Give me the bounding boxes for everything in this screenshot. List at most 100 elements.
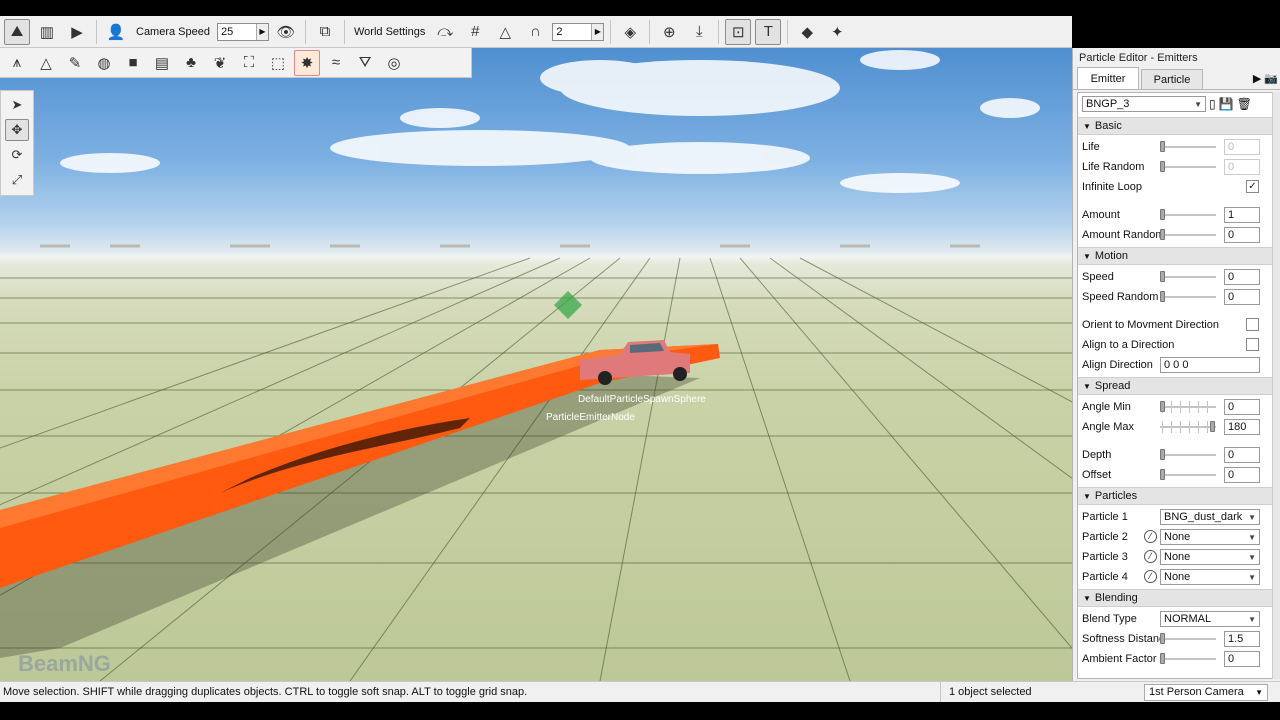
tab-particle[interactable]: Particle (1141, 69, 1203, 89)
shape-editor-icon[interactable]: ⛛ (352, 50, 378, 76)
rotate-gizmo-icon[interactable]: ⟳ (5, 144, 29, 166)
life-random-slider-knob[interactable] (1160, 161, 1165, 172)
ambient-slider-knob[interactable] (1160, 653, 1165, 664)
camera-speed-input[interactable]: 25 ▶ (217, 22, 269, 41)
forest-icon[interactable]: ♣ (178, 50, 204, 76)
softness-slider-knob[interactable] (1160, 633, 1165, 644)
save-icon[interactable]: 💾 (1219, 97, 1234, 111)
life-random-slider-track[interactable] (1160, 166, 1216, 168)
tab-emitter[interactable]: Emitter (1077, 67, 1139, 89)
play-icon[interactable]: ▶ (64, 19, 90, 45)
particle-2-dropdown[interactable]: None ▼ (1160, 529, 1260, 545)
angle-min-slider-track[interactable] (1160, 406, 1216, 408)
clear-particle-icon[interactable]: ⁄ (1144, 550, 1157, 563)
particle-1-dropdown[interactable]: BNG_dust_dark ▼ (1160, 509, 1260, 525)
infinite-loop-checkbox[interactable]: ✓ (1246, 180, 1259, 193)
camera-person-icon[interactable]: 👤 (103, 19, 129, 45)
camera-mode-dropdown[interactable]: 1st Person Camera ▼ (1144, 683, 1268, 701)
visibility-eye-icon[interactable]: 👁 (273, 19, 299, 45)
section-motion[interactable]: ▼ Motion (1078, 247, 1274, 265)
section-spread[interactable]: ▼ Spread (1078, 377, 1274, 395)
particle-editor-icon[interactable]: ✸ (294, 49, 320, 76)
speed-slider-knob[interactable] (1160, 271, 1165, 282)
decal-icon[interactable]: ❦ (207, 50, 233, 76)
speed-random-input[interactable]: 0 (1224, 289, 1260, 305)
depth-input[interactable]: 0 (1224, 447, 1260, 463)
rotate-object-icon[interactable]: ◈ (617, 19, 643, 45)
amount-slider-track[interactable] (1160, 214, 1216, 216)
select-box-icon[interactable]: ⊡ (725, 18, 752, 45)
3d-viewport[interactable]: DefaultParticleSpawnSphere ParticleEmitt… (0, 48, 1072, 681)
object-center-icon[interactable]: ⊕ (656, 19, 682, 45)
section-particles[interactable]: ▼ Particles (1078, 487, 1274, 505)
sound-icon[interactable]: ◆ (794, 19, 820, 45)
amount-random-slider-track[interactable] (1160, 234, 1216, 236)
offset-slider-knob[interactable] (1160, 469, 1165, 480)
layout-icon[interactable]: ▥ (34, 19, 60, 45)
spin-arrow-icon[interactable]: ▶ (256, 23, 268, 40)
panel-scrollbar[interactable] (1272, 92, 1280, 679)
offset-slider-track[interactable] (1160, 474, 1216, 476)
angle-min-input[interactable]: 0 (1224, 399, 1260, 415)
particle-3-dropdown[interactable]: None ▼ (1160, 549, 1260, 565)
align-direction-input[interactable]: 0 0 0 (1160, 357, 1260, 373)
offset-input[interactable]: 0 (1224, 467, 1260, 483)
angle-min-slider-knob[interactable] (1160, 401, 1165, 412)
snap-size-input[interactable]: 2 ▶ (552, 22, 605, 41)
amount-input[interactable]: 1 (1224, 207, 1260, 223)
river-icon[interactable]: ≈ (323, 50, 349, 76)
orient-checkbox[interactable] (1246, 318, 1259, 331)
emitter-dropdown[interactable]: BNGP_3 ▼ (1082, 96, 1206, 112)
move-gizmo-icon[interactable]: ✥ (5, 119, 29, 141)
terrain-editor-icon[interactable]: ⛰ (4, 18, 30, 45)
terrain-paint-icon[interactable]: ✎ (62, 50, 88, 76)
magnet-icon[interactable]: ∩ (522, 19, 548, 45)
scale-gizmo-icon[interactable]: ⤢ (5, 169, 29, 191)
clear-particle-icon[interactable]: ⁄ (1144, 530, 1157, 543)
section-blending[interactable]: ▼ Blending (1078, 589, 1274, 607)
angle-max-input[interactable]: 180 (1224, 419, 1260, 435)
text-labels-icon[interactable]: T (755, 18, 782, 45)
particle-4-dropdown[interactable]: None ▼ (1160, 569, 1260, 585)
terrain-sculpt-icon[interactable]: △ (33, 50, 59, 76)
ambient-slider-track[interactable] (1160, 658, 1216, 660)
amount-random-slider-knob[interactable] (1160, 229, 1165, 240)
road-icon[interactable]: ⛶ (236, 50, 262, 76)
snap-to-terrain-icon[interactable]: ⤼ (432, 19, 458, 45)
angle-max-slider-knob[interactable] (1210, 421, 1215, 432)
grid-snap-icon[interactable]: # (462, 19, 488, 45)
life-slider-knob[interactable] (1160, 141, 1165, 152)
select-arrow-icon[interactable]: ➤ (5, 94, 29, 116)
amount-random-input[interactable]: 0 (1224, 227, 1260, 243)
speed-slider-track[interactable] (1160, 276, 1216, 278)
section-basic[interactable]: ▼ Basic (1078, 117, 1274, 135)
spin-arrow-icon[interactable]: ▶ (591, 23, 604, 40)
angle-max-slider-track[interactable] (1160, 426, 1216, 428)
clear-particle-icon[interactable]: ⁄ (1144, 570, 1157, 583)
depth-slider-track[interactable] (1160, 454, 1216, 456)
datablock-icon[interactable]: ▤ (149, 50, 175, 76)
mesh-road-icon[interactable]: ⩚ (4, 50, 30, 76)
terrain-snap-icon[interactable]: △ (492, 19, 518, 45)
ambient-input[interactable]: 0 (1224, 651, 1260, 667)
speed-input[interactable]: 0 (1224, 269, 1260, 285)
navmesh-icon[interactable]: ⬚ (265, 50, 291, 76)
play-icon[interactable]: ▶ (1253, 72, 1261, 85)
emitter-gizmo[interactable] (554, 291, 582, 319)
drop-object-icon[interactable]: ⤓ (686, 19, 712, 45)
softness-input[interactable]: 1.5 (1224, 631, 1260, 647)
camera-icon[interactable]: 📷 (1264, 72, 1278, 85)
bird-icon[interactable]: ✦ (824, 19, 850, 45)
align-checkbox[interactable] (1246, 338, 1259, 351)
life-random-input[interactable]: 0 (1224, 159, 1260, 175)
new-file-icon[interactable]: ▯ (1209, 97, 1216, 111)
object-box-icon[interactable]: ■ (120, 50, 146, 76)
softness-slider-track[interactable] (1160, 638, 1216, 640)
screenshot-icon[interactable]: ⧉ (312, 19, 338, 45)
speed-random-slider-track[interactable] (1160, 296, 1216, 298)
delete-icon[interactable]: 🗑 (1237, 97, 1252, 111)
sky-icon[interactable]: ◍ (91, 50, 117, 76)
life-slider-track[interactable] (1160, 146, 1216, 148)
speed-random-slider-knob[interactable] (1160, 291, 1165, 302)
material-icon[interactable]: ◎ (381, 50, 407, 76)
